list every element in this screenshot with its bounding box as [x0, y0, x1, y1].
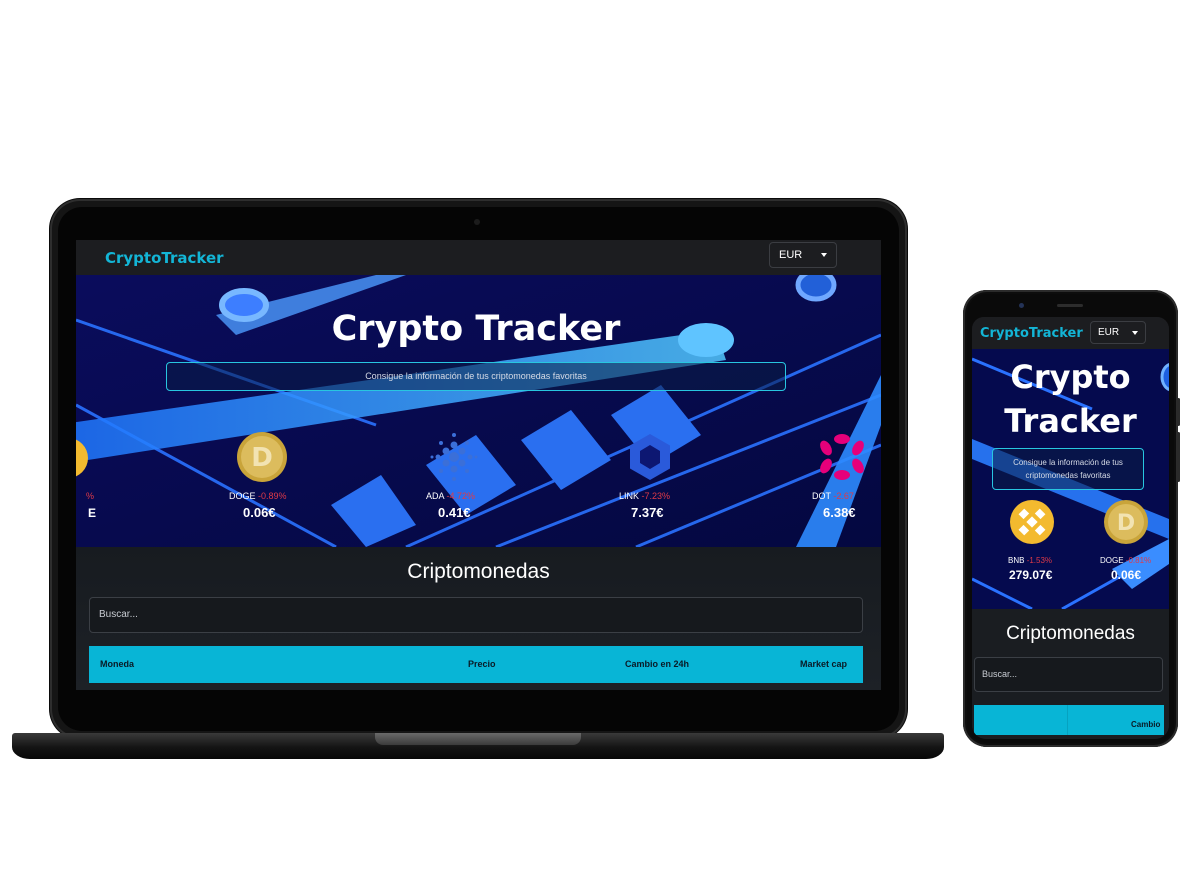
coin-label: LINK -7.23% [619, 491, 670, 501]
search-input[interactable]: Buscar... [89, 597, 863, 633]
section-title: Criptomonedas [1006, 623, 1135, 644]
svg-text:D: D [1117, 511, 1135, 536]
doge-icon: D [237, 432, 287, 482]
coin-change: -4.72% [446, 491, 476, 501]
currency-select[interactable]: EUR [1090, 321, 1146, 344]
brand-logo[interactable]: CryptoTracker [105, 249, 224, 267]
currency-value: EUR [1098, 327, 1120, 338]
hero-title-line: Tracker [1004, 402, 1137, 440]
caret-down-icon [821, 253, 827, 257]
coin-symbol: DOGE [1100, 556, 1124, 565]
currency-value: EUR [779, 249, 803, 261]
laptop-screen: CryptoTracker EUR Crypto Tracker Consigu… [76, 240, 881, 690]
brand-logo[interactable]: CryptoTracker [980, 326, 1083, 341]
coin-symbol: BNB [1008, 556, 1025, 565]
phone-button [1177, 432, 1180, 482]
cardano-icon [430, 433, 478, 481]
coin-price: 7.37€ [631, 505, 664, 520]
phone-camera [1019, 303, 1024, 308]
coin-symbol: DOT [812, 491, 831, 501]
section-title: Criptomonedas [407, 560, 550, 583]
hero-title: Crypto Tracker [331, 309, 621, 349]
coin-price: 0.06€ [1111, 568, 1142, 582]
doge-icon: D [1104, 500, 1148, 544]
coin-price: 6.38€ [823, 505, 856, 520]
coin-label: BNB -1.53% [1008, 556, 1052, 565]
column-header-marketcap[interactable]: Market cap [800, 659, 847, 669]
coin-price: 279.07€ [1009, 568, 1053, 582]
hero-subtitle-line: criptomonedas favoritas [1025, 471, 1111, 480]
svg-text:D: D [251, 443, 273, 473]
coin-price: E [88, 506, 97, 520]
coin-change: -7.23% [641, 491, 671, 501]
coin-change: -2.67 [833, 491, 854, 501]
coin-icon [76, 439, 88, 477]
coin-price: 0.06€ [243, 505, 276, 520]
crypto-list-section: Criptomonedas Buscar... Moneda Precio Ca… [76, 547, 881, 690]
crypto-list-section: Criptomonedas Buscar... Cambio [972, 609, 1169, 739]
coin-change: -0.89% [258, 491, 287, 501]
bnb-icon [1010, 500, 1054, 544]
hero-subtitle: Consigue la información de tus criptomon… [166, 362, 786, 391]
caret-down-icon [1132, 330, 1138, 335]
coin-label: DOT -2.67 [812, 491, 854, 501]
hero-subtitle-line: Consigue la información de tus [1013, 458, 1123, 467]
search-input[interactable]: Buscar... [974, 657, 1163, 692]
navbar: CryptoTracker EUR [76, 240, 881, 275]
hero-banner: Crypto Tracker Consigue la información d… [972, 349, 1169, 609]
column-header-coin[interactable]: Moneda [100, 659, 134, 669]
coin-label: DOGE -0.89% [229, 491, 287, 501]
coin-change: -0.81% [1125, 556, 1152, 565]
table-header: Cambio [974, 705, 1164, 735]
coin-symbol: DOGE [229, 491, 256, 501]
polkadot-icon [820, 434, 864, 480]
phone-button [1177, 398, 1180, 426]
hero-title-line: Crypto [1010, 358, 1131, 396]
column-divider [1067, 705, 1068, 735]
coin-change: % [86, 491, 95, 501]
table-header: Moneda Precio Cambio en 24h Market cap [89, 646, 863, 683]
coin-label: ADA -4.72% [426, 491, 475, 501]
column-header-change[interactable]: Cambio en 24h [625, 659, 689, 669]
phone-screen: CryptoTracker EUR Crypto Tracker Consigu… [972, 317, 1169, 739]
coin-price: 0.41€ [438, 505, 471, 520]
phone-speaker [1057, 304, 1083, 307]
chainlink-icon [630, 434, 670, 480]
currency-select[interactable]: EUR [769, 242, 837, 268]
coin-symbol: LINK [619, 491, 640, 501]
laptop-camera [474, 219, 480, 225]
hero-title: Crypto Tracker [972, 355, 1169, 443]
coin-label: DOGE -0.81% [1100, 556, 1151, 565]
coin-symbol: ADA [426, 491, 445, 501]
navbar: CryptoTracker EUR [972, 317, 1169, 349]
laptop-notch [375, 733, 581, 745]
column-header-price[interactable]: Precio [468, 659, 496, 669]
hero-subtitle: Consigue la información de tus criptomon… [992, 448, 1144, 490]
hero-banner: Crypto Tracker Consigue la información d… [76, 275, 881, 547]
column-header-change[interactable]: Cambio [1131, 720, 1160, 729]
coin-change: -1.53% [1026, 556, 1053, 565]
